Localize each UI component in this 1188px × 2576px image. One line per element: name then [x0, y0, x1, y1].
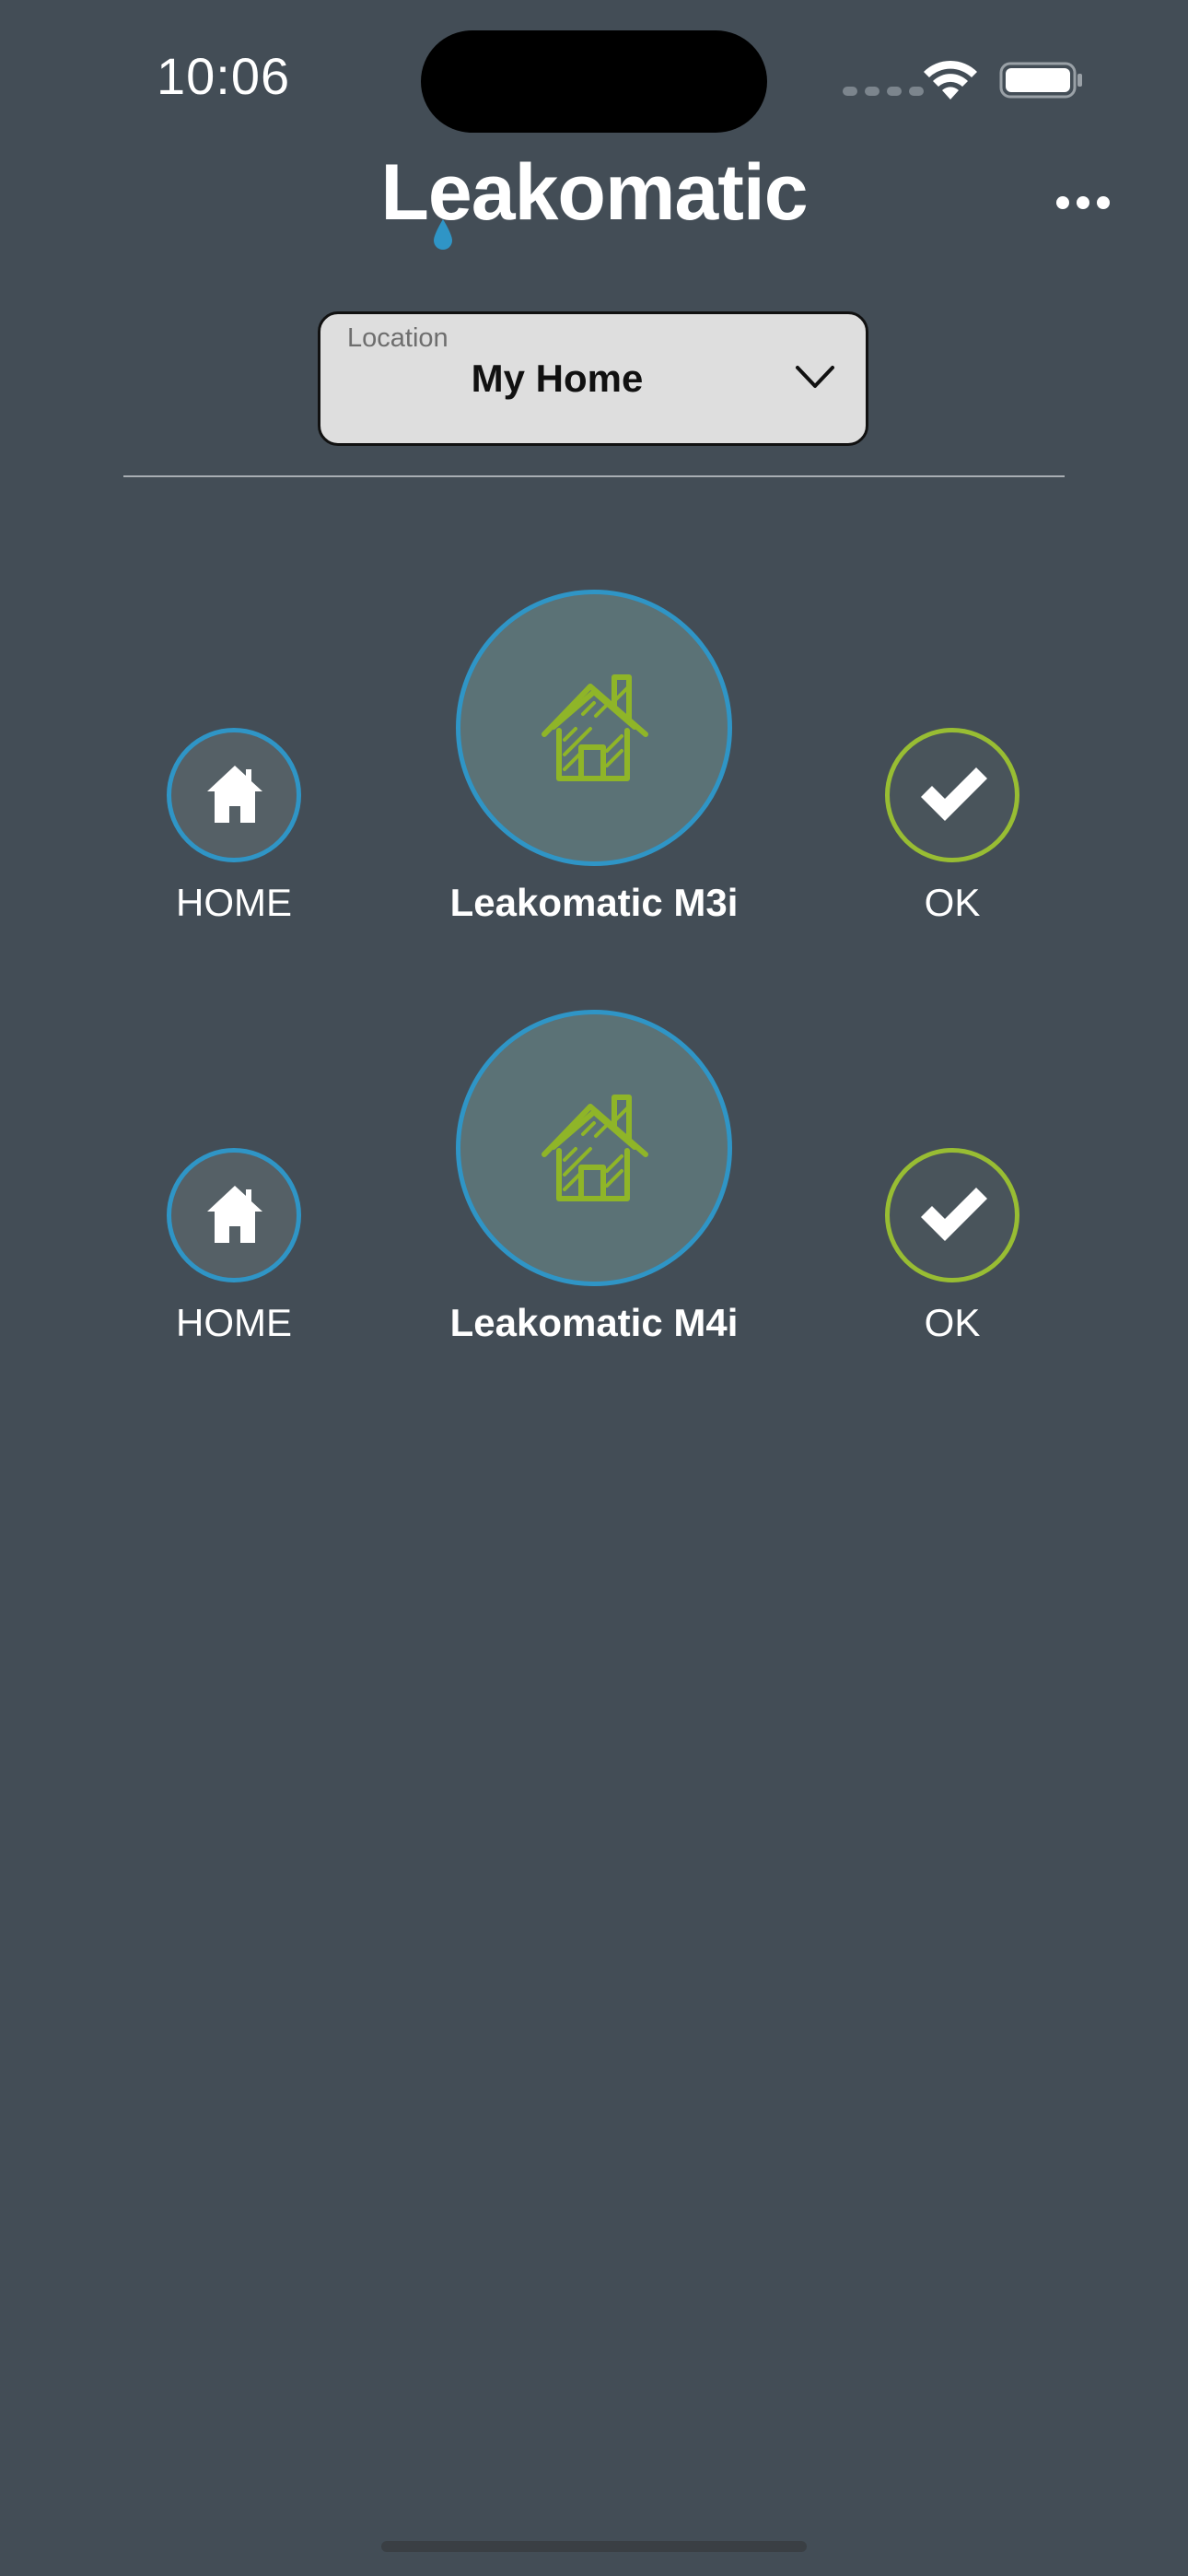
checkmark-icon [921, 767, 987, 821]
mode-label: HOME [176, 881, 292, 924]
home-icon [207, 766, 262, 823]
water-drop-icon [434, 219, 452, 250]
location-dropdown[interactable]: Location My Home [318, 311, 868, 446]
device-row: HOME Leakomatic M4i OK [0, 1008, 1188, 1395]
house-sketch-icon [542, 674, 648, 781]
mode-home-button[interactable] [167, 728, 301, 862]
house-sketch-icon [542, 1095, 648, 1201]
home-icon [207, 1186, 262, 1243]
device-row: HOME Leakomatic M3i OK [0, 588, 1188, 975]
dynamic-island [421, 30, 767, 133]
device-button[interactable] [456, 1010, 732, 1286]
battery-icon [999, 62, 1082, 99]
device-name: Leakomatic M4i [449, 1301, 739, 1344]
ellipsis-icon [1056, 196, 1069, 209]
cellular-signal-icon [843, 87, 924, 96]
mode-label: HOME [176, 1301, 292, 1344]
chevron-down-icon [796, 366, 834, 388]
more-options-button[interactable] [1050, 180, 1116, 226]
divider [123, 475, 1065, 477]
status-bar-time: 10:06 [157, 47, 291, 105]
mode-home-button[interactable] [167, 1148, 301, 1282]
home-indicator[interactable] [381, 2541, 807, 2552]
location-value: My Home [471, 357, 644, 400]
status-label: OK [924, 1301, 981, 1344]
status-label: OK [924, 881, 981, 924]
device-name: Leakomatic M3i [449, 881, 739, 924]
location-label: Location [347, 323, 448, 353]
device-button[interactable] [456, 590, 732, 866]
status-ok-button[interactable] [885, 1148, 1019, 1282]
app-logo: Leakomatic [380, 148, 808, 237]
status-ok-button[interactable] [885, 728, 1019, 862]
wifi-icon [924, 60, 977, 100]
checkmark-icon [921, 1188, 987, 1241]
